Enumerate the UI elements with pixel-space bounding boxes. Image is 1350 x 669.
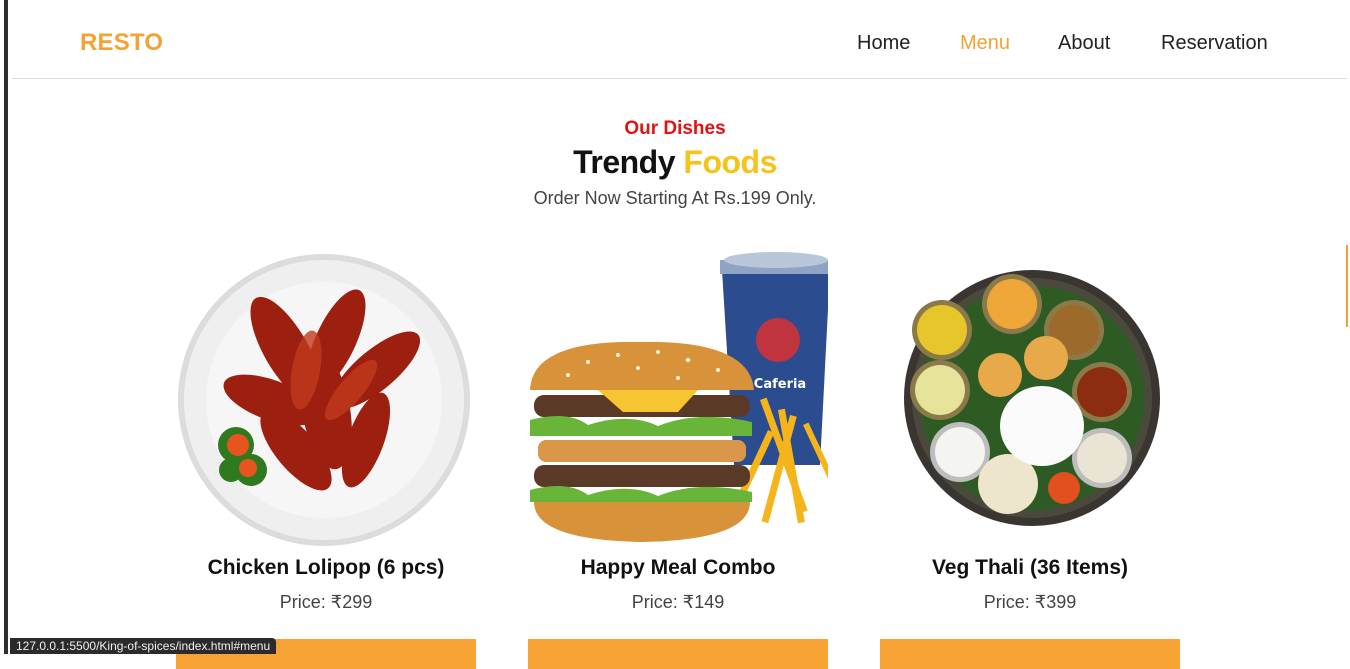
dish-title: Veg Thali (36 Items): [931, 556, 1129, 579]
chicken-lollipop-image: [178, 254, 470, 546]
cup-brand-text: Caferia: [754, 377, 806, 392]
nav-home[interactable]: Home: [857, 32, 910, 55]
window-left-edge: [0, 0, 10, 654]
veg-thali-image: [904, 270, 1160, 526]
section-subheading: Order Now Starting At Rs.199 Only.: [533, 188, 817, 208]
dish-title: Happy Meal Combo: [580, 556, 776, 579]
order-button[interactable]: [880, 639, 1180, 669]
heading-accent-text: Foods: [683, 144, 777, 180]
burger-combo-image: Caferia: [530, 252, 828, 542]
dish-price: Price: ₹399: [983, 592, 1077, 612]
brand-logo[interactable]: RESTO: [80, 29, 163, 57]
nav-menu[interactable]: Menu: [960, 32, 1010, 55]
nav-about[interactable]: About: [1058, 32, 1110, 55]
section-eyebrow: Our Dishes: [624, 118, 726, 139]
nav-reservation[interactable]: Reservation: [1161, 32, 1268, 55]
dish-price: Price: ₹149: [631, 592, 725, 612]
dish-card: Chicken Lolipop (6 pcs) Price: ₹299: [176, 240, 476, 669]
heading-text: Trendy: [573, 144, 676, 180]
top-navbar: RESTO Home Menu About Reservation: [12, 0, 1347, 79]
dish-card: Veg Thali (36 Items) Price: ₹399: [880, 240, 1180, 669]
dish-price: Price: ₹299: [279, 592, 373, 612]
scrollbar-thumb[interactable]: [1346, 245, 1348, 327]
status-bar-url: 127.0.0.1:5500/King-of-spices/index.html…: [10, 638, 277, 654]
dish-title: Chicken Lolipop (6 pcs): [207, 556, 445, 579]
dish-card: Caferia Happy Meal Combo Price: ₹149: [528, 240, 828, 669]
section-heading: Trendy Foods: [0, 144, 1350, 181]
order-button[interactable]: [528, 639, 828, 669]
